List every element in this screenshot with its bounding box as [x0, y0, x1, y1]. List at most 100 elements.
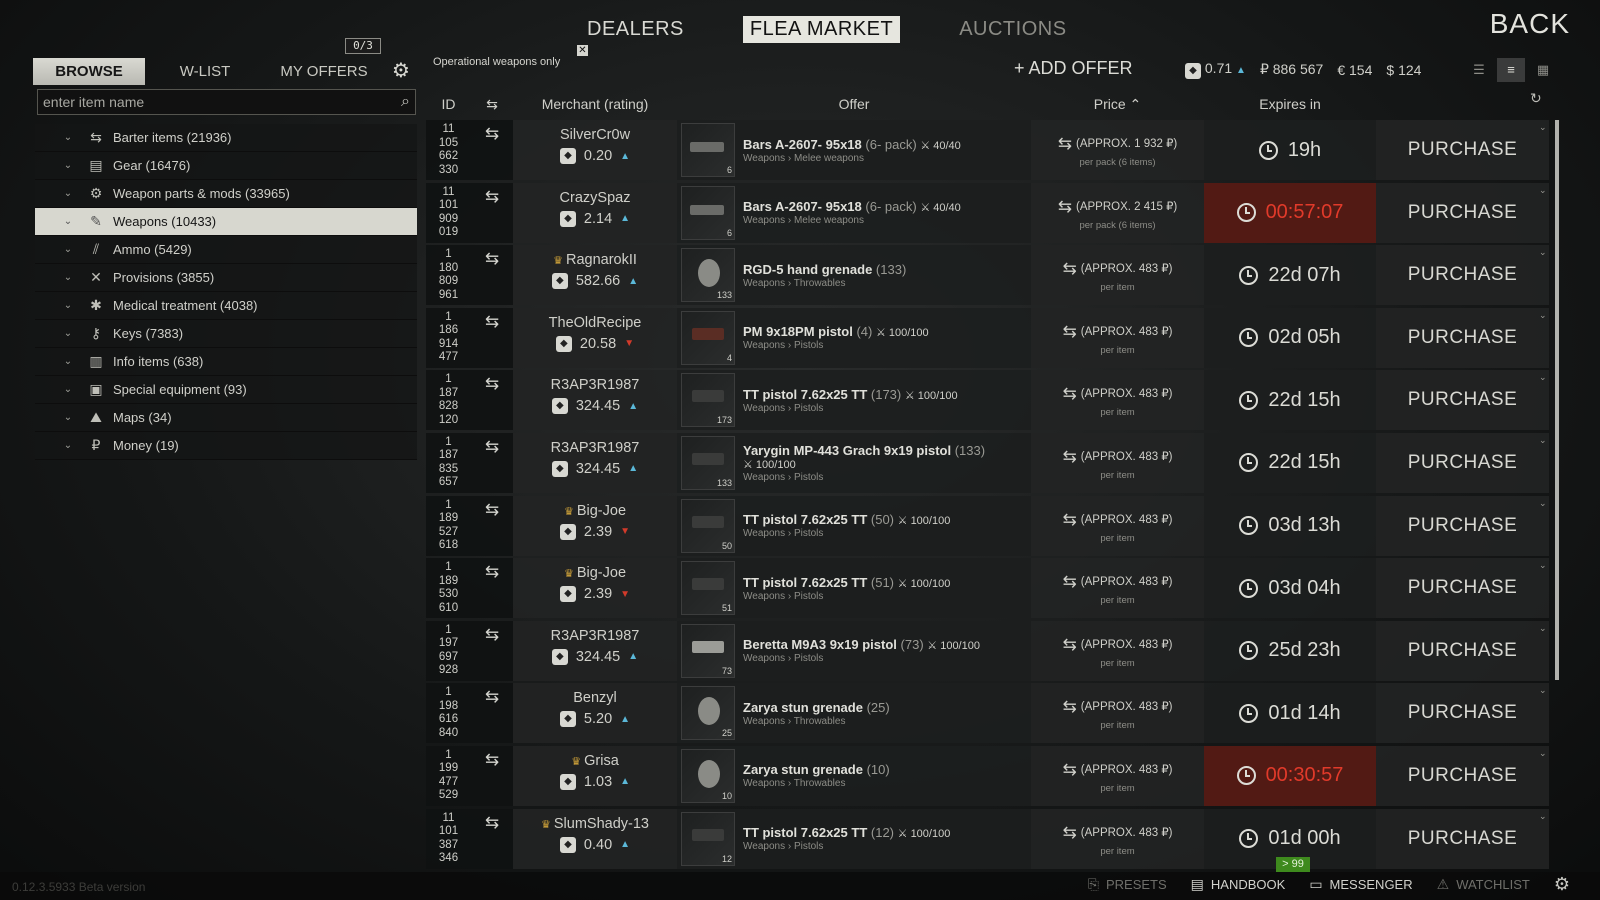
- merchant-cell[interactable]: Benzyl ◆ 5.20 ▲: [513, 683, 677, 744]
- compact-view-icon[interactable]: ☰: [1465, 58, 1493, 82]
- barter-exchange-icon[interactable]: ⇆: [471, 495, 513, 556]
- merchant-name[interactable]: ♛ Grisa: [513, 753, 677, 769]
- category-item[interactable]: ⌄ ▥ Info items (638): [35, 348, 417, 376]
- offer-cell[interactable]: 73 Beretta M9A3 9x19 pistol (73) ⚔ 100/10…: [677, 620, 1031, 681]
- settings-gear-icon[interactable]: ⚙: [1554, 874, 1570, 895]
- barter-exchange-icon[interactable]: ⇆: [471, 683, 513, 744]
- category-item[interactable]: ⌄ ✱ Medical treatment (4038): [35, 292, 417, 320]
- price-cell[interactable]: ⇆ (APPROX. 483 ₽) per item: [1031, 745, 1204, 806]
- purchase-button[interactable]: PURCHASE ⌄: [1376, 495, 1549, 556]
- refresh-icon[interactable]: ↻: [1530, 90, 1542, 107]
- merchant-name[interactable]: ♛ Big-Joe: [513, 565, 677, 581]
- merchant-name[interactable]: Benzyl: [513, 690, 677, 706]
- offer-cell[interactable]: 133 Yarygin MP-443 Grach 9x19 pistol (133…: [677, 432, 1031, 493]
- chevron-down-icon[interactable]: ⌄: [1539, 498, 1547, 509]
- grid-view-icon[interactable]: ▦: [1529, 58, 1557, 82]
- chevron-down-icon[interactable]: ⌄: [35, 132, 73, 143]
- price-cell[interactable]: ⇆ (APPROX. 483 ₽) per item: [1031, 307, 1204, 368]
- chevron-down-icon[interactable]: ⌄: [35, 384, 73, 395]
- merchant-name[interactable]: R3AP3R1987: [513, 377, 677, 393]
- merchant-cell[interactable]: ♛ SlumShady-13 ◆ 0.40 ▲: [513, 808, 677, 869]
- category-item[interactable]: ⌄ ⫽ Ammo (5429): [35, 236, 417, 264]
- barter-exchange-icon[interactable]: ⇆: [471, 120, 513, 180]
- purchase-button[interactable]: PURCHASE ⌄: [1376, 120, 1549, 180]
- search-icon[interactable]: ⌕: [401, 93, 410, 111]
- chevron-down-icon[interactable]: ⌄: [35, 216, 73, 227]
- col-merchant[interactable]: Merchant (rating): [513, 96, 677, 112]
- item-thumbnail[interactable]: 133: [681, 248, 735, 303]
- chevron-down-icon[interactable]: ⌄: [35, 356, 73, 367]
- category-item[interactable]: ⌄ ▤ Gear (16476): [35, 152, 417, 180]
- offer-cell[interactable]: 173 TT pistol 7.62x25 TT (173) ⚔ 100/100 W…: [677, 370, 1031, 431]
- price-cell[interactable]: ⇆ (APPROX. 483 ₽) per item: [1031, 558, 1204, 619]
- barter-exchange-icon[interactable]: ⇆: [471, 745, 513, 806]
- chevron-down-icon[interactable]: ⌄: [35, 440, 73, 451]
- purchase-button[interactable]: PURCHASE ⌄: [1376, 620, 1549, 681]
- purchase-button[interactable]: PURCHASE ⌄: [1376, 745, 1549, 806]
- price-cell[interactable]: ⇆ (APPROX. 483 ₽) per item: [1031, 245, 1204, 306]
- price-cell[interactable]: ⇆ (APPROX. 483 ₽) per item: [1031, 683, 1204, 744]
- chevron-down-icon[interactable]: ⌄: [35, 160, 73, 171]
- list-view-icon[interactable]: ≡: [1497, 58, 1525, 82]
- chevron-down-icon[interactable]: ⌄: [1539, 623, 1547, 634]
- add-offer-button[interactable]: + ADD OFFER: [1014, 58, 1133, 79]
- back-button[interactable]: BACK: [1490, 8, 1570, 40]
- offer-cell[interactable]: 10 Zarya stun grenade (10) Weapons › Throw…: [677, 745, 1031, 806]
- merchant-name[interactable]: R3AP3R1987: [513, 440, 677, 456]
- purchase-button[interactable]: PURCHASE ⌄: [1376, 370, 1549, 431]
- price-cell[interactable]: ⇆ (APPROX. 483 ₽) per item: [1031, 620, 1204, 681]
- price-cell[interactable]: ⇆ (APPROX. 483 ₽) per item: [1031, 432, 1204, 493]
- barter-exchange-icon[interactable]: ⇆: [471, 558, 513, 619]
- barter-exchange-icon[interactable]: ⇆: [471, 808, 513, 869]
- item-thumbnail[interactable]: 6: [681, 185, 735, 240]
- purchase-button[interactable]: PURCHASE ⌄: [1376, 808, 1549, 869]
- item-thumbnail[interactable]: 133: [681, 435, 735, 490]
- purchase-button[interactable]: PURCHASE ⌄: [1376, 558, 1549, 619]
- item-thumbnail[interactable]: 50: [681, 498, 735, 553]
- chevron-down-icon[interactable]: ⌄: [35, 328, 73, 339]
- chevron-down-icon[interactable]: ⌄: [35, 300, 73, 311]
- item-thumbnail[interactable]: 173: [681, 373, 735, 428]
- price-cell[interactable]: ⇆ (APPROX. 2 415 ₽) per pack (6 items): [1031, 182, 1204, 243]
- category-item[interactable]: ⌄ ₽ Money (19): [35, 432, 417, 460]
- tab-auctions[interactable]: AUCTIONS: [952, 16, 1073, 43]
- chevron-down-icon[interactable]: ⌄: [35, 272, 73, 283]
- nav-messenger[interactable]: ▭ MESSENGER: [1309, 876, 1412, 893]
- category-item[interactable]: ⌄ ⛰ Maps (34): [35, 404, 417, 432]
- col-id[interactable]: ID: [426, 96, 471, 112]
- purchase-button[interactable]: PURCHASE ⌄: [1376, 307, 1549, 368]
- close-icon[interactable]: ✕: [577, 45, 588, 56]
- tab-dealers[interactable]: DEALERS: [580, 16, 691, 43]
- chevron-down-icon[interactable]: ⌄: [1539, 122, 1547, 133]
- purchase-button[interactable]: PURCHASE ⌄: [1376, 432, 1549, 493]
- tab-my-offers[interactable]: MY OFFERS: [265, 58, 383, 85]
- merchant-cell[interactable]: ♛ Big-Joe ◆ 2.39 ▼: [513, 495, 677, 556]
- nav-handbook[interactable]: ▤ HANDBOOK: [1191, 876, 1286, 893]
- barter-exchange-icon[interactable]: ⇆: [471, 432, 513, 493]
- barter-exchange-icon[interactable]: ⇆: [471, 245, 513, 306]
- merchant-cell[interactable]: R3AP3R1987 ◆ 324.45 ▲: [513, 370, 677, 431]
- merchant-cell[interactable]: TheOldRecipe ◆ 20.58 ▼: [513, 307, 677, 368]
- category-item[interactable]: ⌄ ✎ Weapons (10433): [35, 208, 417, 236]
- tab-wlist[interactable]: W-LIST: [145, 58, 265, 85]
- offer-cell[interactable]: 50 TT pistol 7.62x25 TT (50) ⚔ 100/100 Wea…: [677, 495, 1031, 556]
- exchange-icon[interactable]: ⇆: [471, 96, 513, 113]
- col-offer[interactable]: Offer: [677, 96, 1031, 112]
- category-item[interactable]: ⌄ ⚷ Keys (7383): [35, 320, 417, 348]
- barter-exchange-icon[interactable]: ⇆: [471, 182, 513, 243]
- item-thumbnail[interactable]: 10: [681, 748, 735, 803]
- offer-cell[interactable]: 6 Bars A-2607- 95x18 (6- pack) ⚔ 40/40 Wea…: [677, 120, 1031, 180]
- col-expires[interactable]: Expires in: [1204, 96, 1376, 112]
- merchant-cell[interactable]: ♛ Grisa ◆ 1.03 ▲: [513, 745, 677, 806]
- item-thumbnail[interactable]: 4: [681, 310, 735, 365]
- offer-cell[interactable]: 133 RGD-5 hand grenade (133) Weapons › Thr…: [677, 245, 1031, 306]
- nav-watchlist[interactable]: ⚠ WATCHLIST: [1437, 876, 1530, 893]
- chevron-down-icon[interactable]: ⌄: [1539, 247, 1547, 258]
- chevron-down-icon[interactable]: ⌄: [1539, 748, 1547, 759]
- search-input[interactable]: [38, 94, 378, 110]
- item-thumbnail[interactable]: 25: [681, 686, 735, 741]
- item-thumbnail[interactable]: 6: [681, 123, 735, 177]
- category-item[interactable]: ⌄ ✕ Provisions (3855): [35, 264, 417, 292]
- offer-cell[interactable]: 6 Bars A-2607- 95x18 (6- pack) ⚔ 40/40 Wea…: [677, 182, 1031, 243]
- merchant-name[interactable]: ♛ RagnarokII: [513, 252, 677, 268]
